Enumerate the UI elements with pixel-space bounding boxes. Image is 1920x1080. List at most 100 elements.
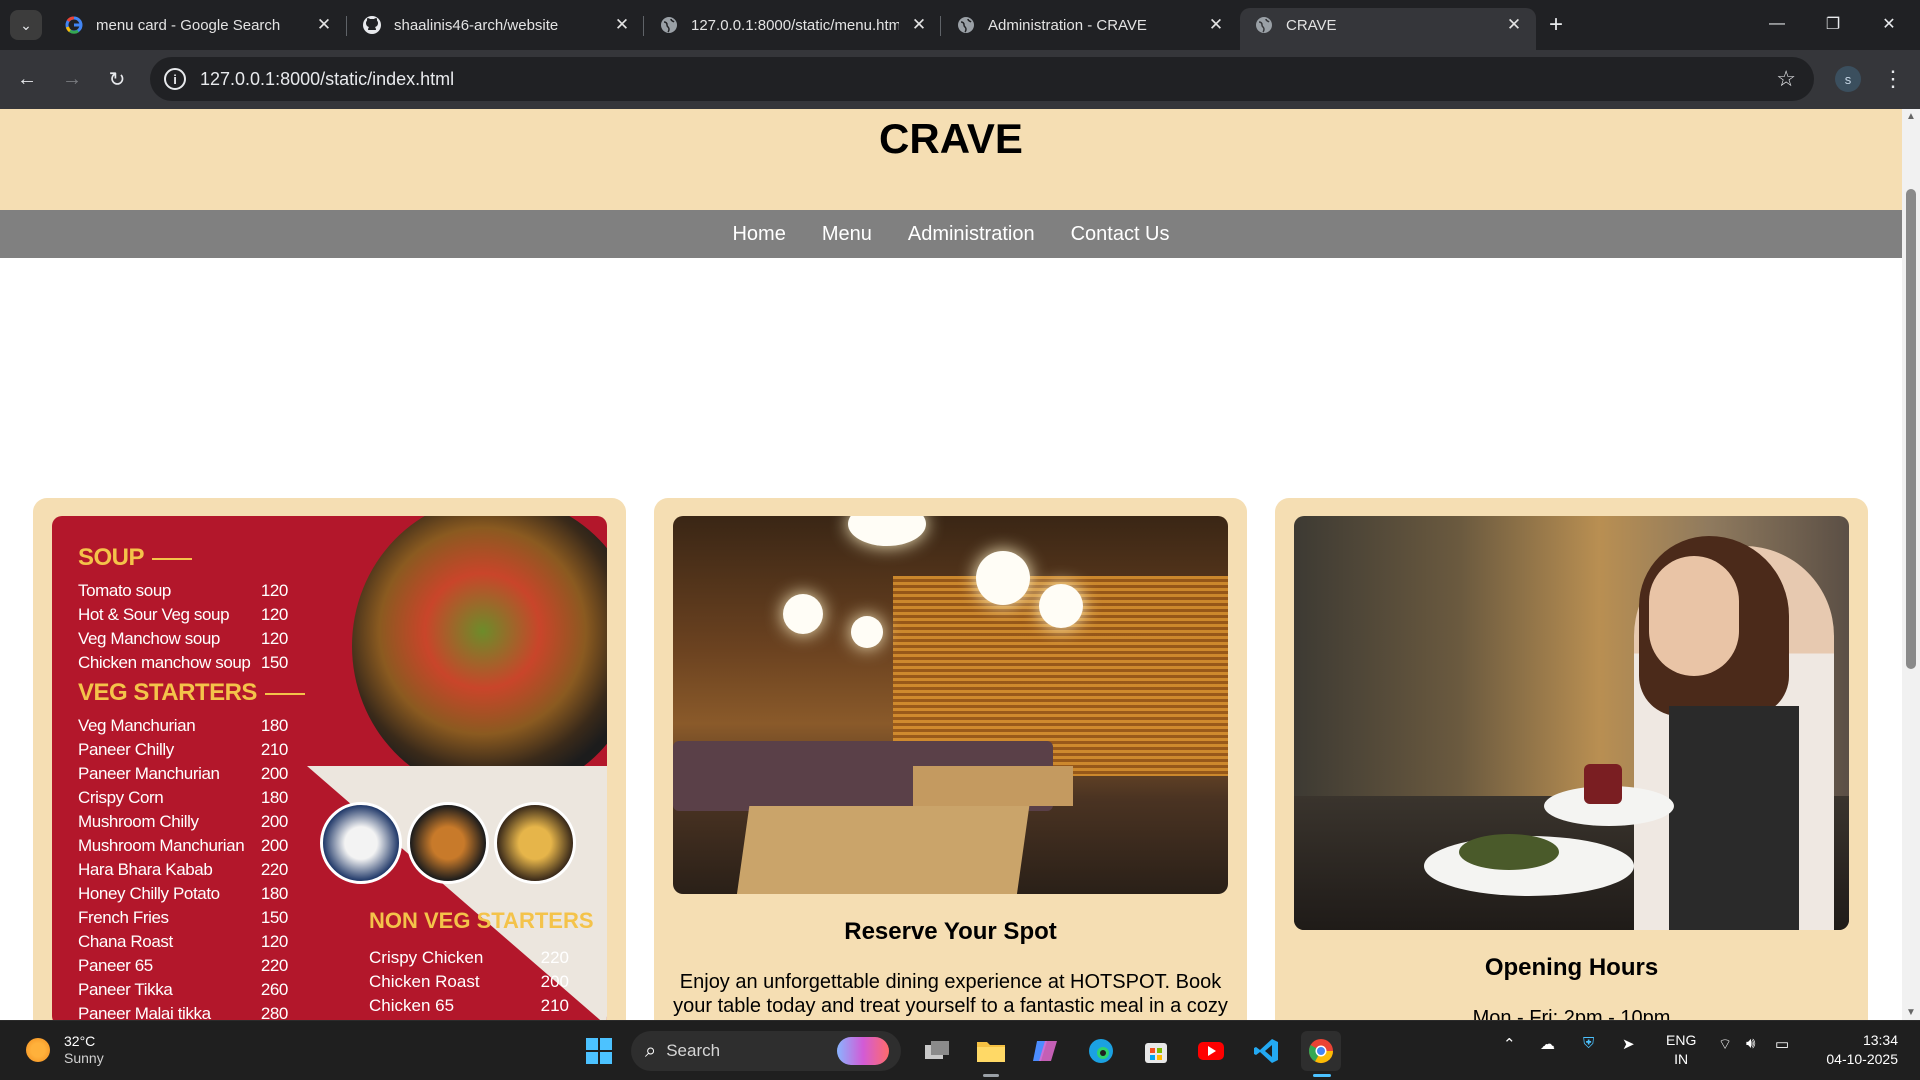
reload-button[interactable]: ↻ <box>100 62 134 96</box>
nav-link-administration[interactable]: Administration <box>890 223 1053 246</box>
star-icon[interactable]: ☆ <box>1776 66 1796 92</box>
menu-item-name: Honey Chilly Potato <box>78 884 220 903</box>
wok-dish-image <box>352 516 607 796</box>
menu-item: Chicken Roast 200 <box>369 972 569 992</box>
task-view-button[interactable] <box>917 1031 957 1071</box>
volume-icon[interactable]: 🔊︎ <box>1746 1035 1755 1052</box>
menu-item-name: Paneer 65 <box>78 956 153 975</box>
minimize-icon: — <box>1769 15 1785 32</box>
weather-widget[interactable]: 32°C Sunny <box>26 1033 104 1067</box>
close-icon[interactable]: ✕ <box>909 15 929 35</box>
menu-item-price: 180 <box>260 716 289 735</box>
dessert-cake <box>1584 764 1622 804</box>
tab-menu-page[interactable]: 127.0.0.1:8000/static/menu.htm ✕ <box>645 8 941 42</box>
tab-title: shaalinis46-arch/website <box>394 16 559 34</box>
edge-button[interactable] <box>1081 1031 1121 1071</box>
close-window-button[interactable]: ✕ <box>1866 6 1912 42</box>
tab-administration[interactable]: Administration - CRAVE ✕ <box>942 8 1238 42</box>
menu-item-price: 220 <box>260 956 289 975</box>
nav-link-contact[interactable]: Contact Us <box>1053 223 1188 246</box>
system-clock[interactable]: 13:34 04-10-2025 <box>1818 1031 1898 1069</box>
language-code: ENG <box>1666 1032 1697 1048</box>
page-scrollbar[interactable]: ▲ ▼ <box>1902 109 1920 1020</box>
nav-link-menu[interactable]: Menu <box>804 223 890 246</box>
arrow-left-icon: ← <box>17 67 37 90</box>
menu-item-name: Paneer Malai tikka <box>78 1004 211 1020</box>
reserve-text: Enjoy an unforgettable dining experience… <box>673 971 1228 1020</box>
forward-button[interactable]: → <box>55 62 89 96</box>
sun-icon <box>26 1038 50 1062</box>
language-indicator[interactable]: ENG IN <box>1666 1031 1696 1069</box>
menu-item: Mushroom Manchurian 200 <box>78 836 288 856</box>
file-explorer-button[interactable] <box>971 1031 1011 1071</box>
running-indicator <box>983 1074 999 1077</box>
menu-item-price: 120 <box>260 629 289 648</box>
menu-item-name: Hot & Sour Veg soup <box>78 605 230 624</box>
menu-item-name: French Fries <box>78 908 169 927</box>
chevron-up-icon[interactable]: ⌃ <box>1503 1035 1516 1053</box>
close-icon[interactable]: ✕ <box>314 15 334 35</box>
menu-item-name: Paneer Manchurian <box>78 764 220 783</box>
menu-item: Tomato soup 120 <box>78 581 288 601</box>
windows-taskbar: 32°C Sunny ⌕ Search ⌃ ☁ ⛨ ➤ ENG IN ⌔ 🔊︎ … <box>0 1020 1920 1080</box>
menu-item-name: Chicken Roast <box>369 972 480 991</box>
minimize-button[interactable]: — <box>1754 6 1800 42</box>
battery-icon[interactable]: ▭ <box>1775 1035 1789 1053</box>
pendant-lamp <box>1039 584 1083 628</box>
profile-avatar[interactable]: s <box>1835 66 1861 92</box>
card-row: SOUP Tomato soup 120 Hot & Sour Veg soup 1… <box>33 498 1869 1020</box>
scroll-thumb[interactable] <box>1906 189 1916 669</box>
tab-crave-active[interactable]: CRAVE ✕ <box>1240 8 1536 50</box>
site-nav: Home Menu Administration Contact Us <box>0 210 1902 258</box>
menu-item-price: 200 <box>540 972 569 991</box>
clock-date: 04-10-2025 <box>1826 1051 1898 1067</box>
new-tab-button[interactable]: + <box>1540 10 1572 40</box>
scroll-up-icon[interactable]: ▲ <box>1906 111 1916 122</box>
youtube-button[interactable] <box>1191 1031 1231 1071</box>
browser-toolbar: ← → ↻ i 127.0.0.1:8000/static/index.html… <box>0 50 1920 109</box>
menu-item: Crispy Corn 180 <box>78 788 288 808</box>
store-button[interactable] <box>1136 1031 1176 1071</box>
menu-item-price: 120 <box>260 581 289 600</box>
scroll-down-icon[interactable]: ▼ <box>1906 1007 1916 1018</box>
defender-icon[interactable]: ⛨ <box>1583 1035 1594 1052</box>
menu-item: Paneer Malai tikka 280 <box>78 1004 288 1020</box>
menu-item-price: 220 <box>260 860 289 879</box>
weather-temperature: 32°C <box>64 1033 96 1049</box>
taskbar-search[interactable]: ⌕ Search <box>631 1031 901 1071</box>
close-icon[interactable]: ✕ <box>612 15 632 35</box>
more-menu-icon[interactable]: ⋮ <box>1878 62 1908 96</box>
wifi-icon[interactable]: ⌔ <box>1718 1035 1732 1054</box>
vscode-button[interactable] <box>1246 1031 1286 1071</box>
menu-item-name: Mushroom Manchurian <box>78 836 245 855</box>
chrome-button[interactable] <box>1301 1031 1341 1071</box>
copilot-icon <box>1033 1041 1057 1061</box>
close-icon[interactable]: ✕ <box>1504 15 1524 35</box>
menu-item: Paneer 65 220 <box>78 956 288 976</box>
tab-google-search[interactable]: menu card - Google Search ✕ <box>50 8 346 42</box>
tab-search-button[interactable]: ⌄ <box>10 10 42 40</box>
copilot-button[interactable] <box>1025 1031 1065 1071</box>
url-text[interactable]: 127.0.0.1:8000/static/index.html <box>200 69 454 90</box>
back-button[interactable]: ← <box>10 62 44 96</box>
menu-item-name: Crispy Corn <box>78 788 164 807</box>
tab-github[interactable]: shaalinis46-arch/website ✕ <box>348 8 644 42</box>
menu-item-name: Chana Roast <box>78 932 173 951</box>
restore-button[interactable]: ❐ <box>1810 6 1856 42</box>
menu-item-price: 150 <box>260 908 289 927</box>
salad-greens <box>1459 834 1559 870</box>
menu-item: Chicken manchow soup 150 <box>78 653 288 673</box>
menu-item-price: 220 <box>540 948 569 967</box>
search-highlight-image <box>837 1037 889 1065</box>
close-icon[interactable]: ✕ <box>1206 15 1226 35</box>
menu-item: Veg Manchow soup 120 <box>78 629 288 649</box>
info-icon[interactable]: i <box>164 68 186 90</box>
google-icon <box>64 15 84 35</box>
onedrive-icon[interactable]: ☁ <box>1540 1035 1555 1053</box>
location-icon[interactable]: ➤ <box>1622 1035 1635 1053</box>
address-bar[interactable]: i 127.0.0.1:8000/static/index.html ☆ <box>150 57 1814 101</box>
menu-item-name: Chicken 65 <box>369 996 455 1015</box>
globe-icon <box>659 15 679 35</box>
nav-link-home[interactable]: Home <box>714 223 803 246</box>
start-button[interactable] <box>579 1031 619 1071</box>
